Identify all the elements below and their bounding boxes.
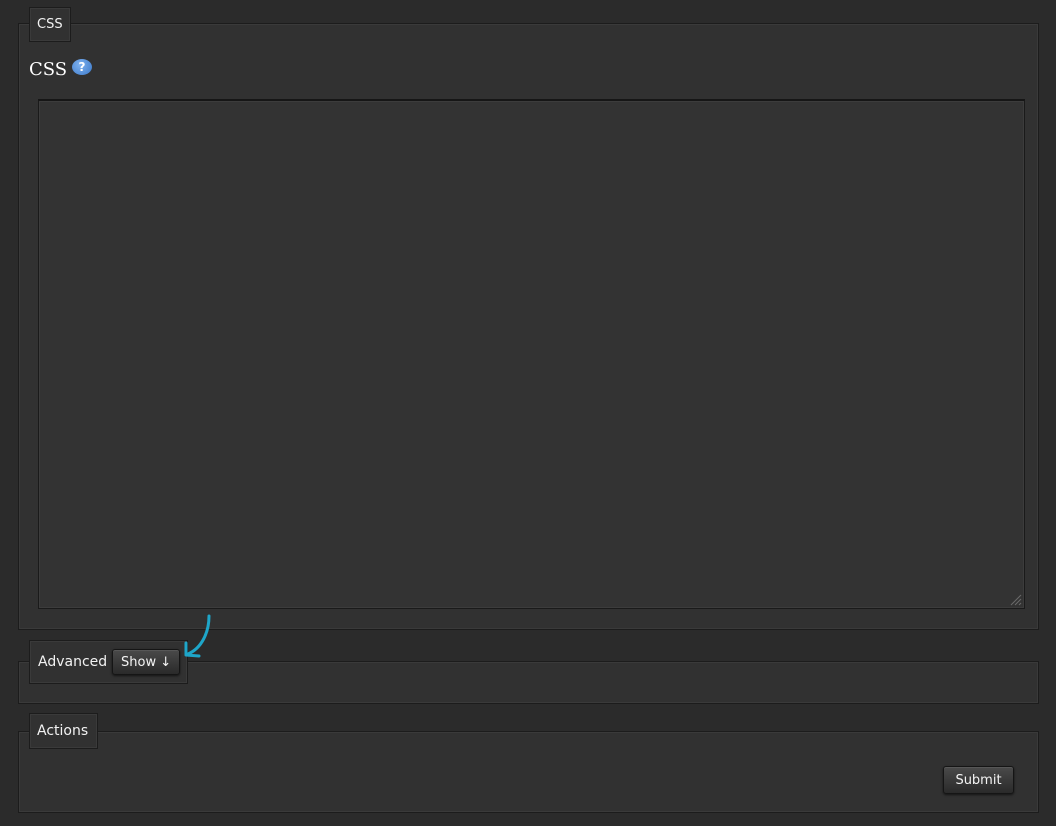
help-icon-glyph: ? bbox=[78, 60, 86, 74]
css-legend: CSS bbox=[29, 7, 71, 42]
actions-legend: Actions bbox=[29, 713, 98, 749]
resize-grip-icon[interactable] bbox=[1008, 592, 1022, 606]
submit-button[interactable]: Submit bbox=[943, 766, 1014, 794]
css-legend-label: CSS bbox=[37, 17, 63, 32]
advanced-label: Advanced bbox=[38, 654, 108, 670]
actions-fieldset bbox=[18, 731, 1039, 813]
advanced-legend: Advanced Show ↓ bbox=[29, 640, 188, 684]
show-advanced-button[interactable]: Show ↓ bbox=[112, 649, 180, 675]
help-icon[interactable]: ? bbox=[72, 59, 92, 75]
annotation-arrow-icon bbox=[184, 614, 211, 658]
css-textarea[interactable] bbox=[38, 99, 1025, 609]
actions-legend-label: Actions bbox=[37, 723, 89, 739]
css-heading: CSS bbox=[29, 59, 68, 80]
